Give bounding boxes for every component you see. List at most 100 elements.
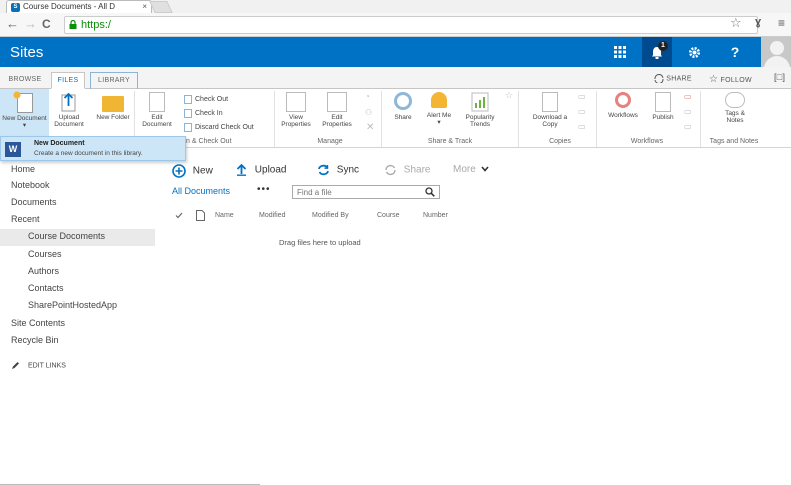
check-out-icon — [184, 94, 192, 104]
edit-document-button[interactable]: Edit Document — [137, 92, 177, 128]
edit-links-button[interactable]: EDIT LINKS — [11, 361, 66, 370]
shared-with-icon[interactable]: ⚇ — [365, 108, 372, 117]
share-page-label: SHARE — [666, 75, 692, 83]
search-icon[interactable] — [425, 187, 435, 197]
group-open-check-out-label: n & Check Out — [186, 138, 232, 145]
view-properties-button[interactable]: View Properties — [280, 92, 312, 128]
chevron-down-icon — [480, 166, 489, 173]
file-type-icon — [196, 210, 205, 221]
help-icon[interactable]: ? — [720, 37, 750, 67]
check-in-icon — [184, 108, 192, 118]
sync-command-label: Sync — [336, 164, 360, 176]
view-options-ellipsis[interactable]: ••• — [257, 184, 271, 195]
back-arrow-icon[interactable]: ← — [6, 16, 19, 32]
discard-check-out-button[interactable]: Discard Check Out — [184, 122, 254, 133]
new-folder-button[interactable]: New Folder — [96, 92, 130, 121]
nav-contacts[interactable]: Contacts — [28, 283, 64, 293]
follow-button[interactable]: ☆ FOLLOW — [709, 74, 752, 85]
download-copy-button[interactable]: Download a Copy — [525, 92, 575, 128]
pencil-icon — [12, 362, 19, 369]
close-tab-icon[interactable]: × — [142, 1, 147, 13]
bookmark-star-icon[interactable]: ☆ — [730, 15, 742, 31]
cancel-approval-icon[interactable]: ▭ — [684, 122, 692, 131]
approve-icon[interactable]: ▭ — [684, 107, 692, 116]
user-avatar[interactable] — [761, 37, 791, 67]
download-icon — [542, 92, 558, 112]
publish-button[interactable]: Publish — [648, 92, 678, 121]
nav-courses[interactable]: Courses — [28, 249, 62, 259]
reload-icon[interactable]: C — [42, 16, 51, 32]
new-command-label: New — [192, 165, 213, 177]
tab-files[interactable]: FILES — [51, 72, 85, 89]
manage-copies-icon[interactable]: ▭ — [578, 107, 586, 116]
tags-notes-icon — [725, 92, 745, 108]
nav-recycle-bin[interactable]: Recycle Bin — [11, 335, 59, 345]
workflows-button[interactable]: Workflows — [602, 92, 644, 119]
check-in-label: Check In — [195, 110, 223, 117]
workflows-icon — [615, 92, 631, 108]
notifications-bell-icon[interactable]: 1 — [642, 37, 672, 67]
go-to-source-icon[interactable]: ▭ — [578, 122, 586, 131]
column-number[interactable]: Number — [423, 212, 448, 219]
alert-me-button[interactable]: Alert Me ▾ — [426, 92, 452, 126]
nav-recent[interactable]: Recent — [11, 214, 40, 224]
tab-browse[interactable]: BROWSE — [4, 72, 46, 89]
address-bar[interactable]: https:/ — [64, 16, 758, 34]
view-properties-icon — [286, 92, 306, 112]
nav-site-contents[interactable]: Site Contents — [11, 318, 65, 328]
discard-check-out-label: Discard Check Out — [195, 124, 254, 131]
column-modified-by[interactable]: Modified By — [312, 212, 349, 219]
new-document-icon — [13, 91, 33, 113]
edit-properties-button[interactable]: Edit Properties — [320, 92, 354, 128]
share-button[interactable]: Share — [390, 92, 416, 121]
app-launcher-icon[interactable] — [605, 37, 635, 67]
focus-content-icon[interactable]: [□] — [774, 72, 785, 82]
url-text: https:/ — [81, 19, 111, 31]
column-modified[interactable]: Modified — [259, 212, 285, 219]
new-folder-label: New Folder — [96, 114, 130, 121]
nav-notebook[interactable]: Notebook — [11, 180, 50, 190]
upload-document-button[interactable]: Upload Document — [50, 92, 88, 128]
check-out-button[interactable]: Check Out — [184, 94, 228, 105]
new-document-menu-item[interactable]: W New Document Create a new document in … — [0, 136, 186, 161]
suite-bar-brand[interactable]: Sites — [10, 44, 43, 61]
lock-icon — [69, 20, 77, 29]
tab-library[interactable]: LIBRARY — [90, 72, 138, 89]
version-history-icon[interactable]: ◔ — [365, 92, 370, 101]
select-all-checkmark-icon[interactable] — [175, 212, 183, 219]
view-selector-all-documents[interactable]: All Documents — [172, 186, 230, 196]
nav-home[interactable]: Home — [11, 164, 35, 174]
unpublish-icon[interactable]: ▭ — [684, 92, 692, 101]
nav-authors[interactable]: Authors — [28, 266, 59, 276]
delete-document-icon[interactable]: ✕ — [366, 122, 374, 133]
browser-menu-icon[interactable]: ≡ — [778, 16, 785, 30]
settings-gear-icon[interactable] — [679, 37, 709, 67]
popularity-trends-button[interactable]: Popularity Trends — [458, 92, 502, 128]
tag-star-icon[interactable]: ☆ — [505, 90, 513, 101]
send-to-icon[interactable]: ▭ — [578, 92, 586, 101]
group-manage-label: Manage — [317, 138, 343, 145]
forward-arrow-icon[interactable]: → — [24, 16, 37, 32]
check-in-button[interactable]: Check In — [184, 108, 223, 119]
share-icon — [654, 74, 664, 84]
new-document-button[interactable]: New Document ▾ — [0, 89, 49, 136]
column-course[interactable]: Course — [377, 212, 400, 219]
upload-document-label: Upload Document — [54, 114, 84, 128]
nav-sharepointhostedapp[interactable]: SharePointHostedApp — [28, 300, 117, 310]
new-command-button[interactable]: New — [172, 164, 213, 178]
share-page-button[interactable]: SHARE — [654, 74, 692, 84]
search-input[interactable] — [292, 185, 440, 199]
column-name[interactable]: Name — [215, 212, 234, 219]
share-command-button[interactable]: Share — [384, 164, 430, 176]
nav-documents[interactable]: Documents — [11, 197, 57, 207]
check-out-label: Check Out — [195, 96, 229, 103]
new-tab-button[interactable] — [149, 1, 173, 13]
upload-command-button[interactable]: Upload — [236, 163, 286, 176]
tags-notes-button[interactable]: Tags & Notes — [716, 92, 754, 124]
folder-icon — [102, 96, 124, 112]
sync-command-button[interactable]: Sync — [317, 164, 359, 176]
more-command-button[interactable]: More — [453, 164, 489, 175]
browser-tab[interactable]: S Course Documents - All D × — [6, 0, 152, 13]
nav-course-documents[interactable]: Course Docoments — [28, 231, 105, 241]
extension-icon[interactable]: ɣ — [755, 16, 761, 28]
